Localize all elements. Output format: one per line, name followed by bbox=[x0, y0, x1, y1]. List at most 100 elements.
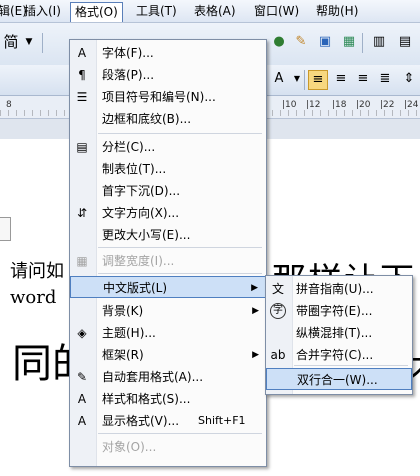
background-icon bbox=[74, 303, 90, 319]
paragraph-icon: ¶ bbox=[78, 68, 86, 82]
submenu-arrow-icon: ▶ bbox=[252, 350, 259, 360]
menu-tools[interactable]: 工具(T) bbox=[132, 2, 181, 20]
ruler-label: |10 bbox=[282, 100, 297, 110]
menu-item-label: 制表位(T)... bbox=[102, 162, 167, 176]
menu-item-autoformat[interactable]: ✎ 自动套用格式(A)... bbox=[70, 366, 266, 388]
menu-bar: 辑(E) 插入(I) 格式(O) 工具(T) 表格(A) 窗口(W) 帮助(H) bbox=[0, 0, 420, 23]
toolbar-separator bbox=[304, 70, 305, 90]
submenu-item-enclose[interactable]: 字带圈字符(E)... bbox=[266, 300, 412, 322]
menu-item-bullets[interactable]: ☰ 项目符号和编号(N)... bbox=[70, 86, 266, 108]
ruler-label: |12 bbox=[306, 100, 321, 110]
doc-line-2: word bbox=[10, 287, 57, 308]
submenu-item-phonetic[interactable]: 文拼音指南(U)... bbox=[266, 278, 412, 300]
menu-insert[interactable]: 插入(I) bbox=[20, 2, 65, 20]
ruler-label: |20 bbox=[356, 100, 371, 110]
menu-item-label: 双行合一(W)... bbox=[297, 373, 378, 387]
asian-layout-submenu: 文拼音指南(U)... 字带圈字符(E)... 纵横混排(T)... ab 合并字符(C… bbox=[265, 275, 413, 395]
reveal-format-icon: A bbox=[77, 414, 87, 428]
menu-window[interactable]: 窗口(W) bbox=[250, 2, 303, 20]
menu-item-tabs[interactable]: 制表位(T)... bbox=[70, 158, 266, 180]
theme-icon: ◈ bbox=[77, 326, 87, 340]
font-icon: A bbox=[77, 46, 87, 60]
ruler-label: |18 bbox=[332, 100, 347, 110]
format-menu: A 字体(F)... ¶ 段落(P)... ☰ 项目符号和编号(N)... 边框和底纹(B)… bbox=[69, 39, 267, 467]
ruler-label: |24 bbox=[404, 100, 419, 110]
chevron-down-icon[interactable]: ▼ bbox=[20, 33, 38, 51]
menu-item-label: 项目符号和编号(N)... bbox=[102, 90, 216, 104]
left-margin-marker bbox=[0, 217, 11, 241]
menu-item-label: 字体(F)... bbox=[102, 46, 154, 60]
bullets-icon: ☰ bbox=[76, 90, 88, 104]
menu-item-theme[interactable]: ◈ 主题(H)... bbox=[70, 322, 266, 344]
line-spacing-icon[interactable]: ⇕ bbox=[400, 70, 418, 88]
adjust-width-icon: ▦ bbox=[76, 254, 88, 268]
menu-format[interactable]: 格式(O) bbox=[70, 2, 123, 22]
columns-icon: ▤ bbox=[76, 140, 88, 154]
submenu-arrow-icon: ▶ bbox=[251, 283, 258, 293]
menu-item-label: 显示格式(V)... bbox=[102, 414, 180, 428]
menu-item-change-case[interactable]: 更改大小写(E)... bbox=[70, 224, 266, 246]
menu-item-label: 合并字符(C)... bbox=[296, 348, 374, 362]
style-icon[interactable]: ✎ bbox=[292, 33, 310, 51]
menu-table[interactable]: 表格(A) bbox=[190, 2, 240, 20]
menu-item-text-direction[interactable]: ⇵ 文字方向(X)... bbox=[70, 202, 266, 224]
asian-layout-icon bbox=[75, 280, 91, 296]
toolbar-separator bbox=[362, 33, 363, 53]
menu-item-asian-layout[interactable]: 中文版式(L) ▶ bbox=[70, 276, 266, 298]
menu-item-label: 自动套用格式(A)... bbox=[102, 370, 204, 384]
menu-item-label: 文字方向(X)... bbox=[102, 206, 180, 220]
menu-item-label: 首字下沉(D)... bbox=[102, 184, 181, 198]
frame-icon[interactable]: ▣ bbox=[316, 33, 334, 51]
menu-item-label: 分栏(C)... bbox=[102, 140, 156, 154]
font-selector[interactable]: 简 bbox=[2, 33, 20, 51]
autoformat-icon: ✎ bbox=[76, 370, 88, 384]
dropcap-icon bbox=[74, 183, 90, 199]
columns-icon[interactable]: ▥ bbox=[370, 33, 388, 51]
align-justify-icon[interactable]: ≡ bbox=[308, 70, 328, 90]
menu-item-paragraph[interactable]: ¶ 段落(P)... bbox=[70, 64, 266, 86]
menu-help[interactable]: 帮助(H) bbox=[312, 2, 362, 20]
menu-separator bbox=[98, 247, 262, 248]
menu-item-borders[interactable]: 边框和底纹(B)... bbox=[70, 108, 266, 130]
menu-item-styles[interactable]: A 样式和格式(S)... bbox=[70, 388, 266, 410]
menu-item-label: 拼音指南(U)... bbox=[296, 282, 374, 296]
menu-separator bbox=[98, 273, 262, 274]
menu-separator bbox=[98, 433, 262, 434]
styles-icon: A bbox=[77, 392, 87, 406]
submenu-item-tate-chu-yoko[interactable]: 纵横混排(T)... bbox=[266, 322, 412, 344]
align-distribute-icon[interactable]: ≣ bbox=[376, 70, 394, 88]
combine-icon: ab bbox=[270, 348, 286, 362]
submenu-item-combine[interactable]: ab 合并字符(C)... bbox=[266, 344, 412, 366]
menu-item-label: 带圈字符(E)... bbox=[296, 304, 373, 318]
borders-icon bbox=[74, 111, 90, 127]
object-icon bbox=[74, 439, 90, 455]
print-icon[interactable]: ● bbox=[270, 33, 288, 51]
toolbar-separator bbox=[42, 33, 43, 53]
menu-item-label: 对象(O)... bbox=[102, 440, 157, 454]
align-right-icon[interactable]: ≡ bbox=[354, 70, 372, 88]
doc-map-icon[interactable]: ▤ bbox=[396, 33, 414, 51]
table-icon[interactable]: ▦ bbox=[340, 33, 358, 51]
phonetic-icon: 文 bbox=[271, 282, 284, 296]
change-case-icon bbox=[74, 227, 90, 243]
menu-item-font[interactable]: A 字体(F)... bbox=[70, 42, 266, 64]
submenu-arrow-icon: ▶ bbox=[252, 306, 259, 316]
menu-item-background[interactable]: 背景(K) ▶ bbox=[70, 300, 266, 322]
menu-item-columns[interactable]: ▤ 分栏(C)... bbox=[70, 136, 266, 158]
font-color-icon[interactable]: A bbox=[270, 70, 288, 88]
submenu-item-two-lines[interactable]: 双行合一(W)... bbox=[266, 368, 412, 390]
ruler-label: 8 bbox=[6, 100, 12, 110]
align-center-icon[interactable]: ≡ bbox=[332, 70, 350, 88]
ruler-label: |22 bbox=[380, 100, 395, 110]
tabs-icon bbox=[74, 161, 90, 177]
menu-item-reveal-format[interactable]: A 显示格式(V)... Shift+F1 bbox=[70, 410, 266, 432]
menu-item-label: 段落(P)... bbox=[102, 68, 155, 82]
menu-item-label: 样式和格式(S)... bbox=[102, 392, 191, 406]
menu-item-frames[interactable]: 框架(R) ▶ bbox=[70, 344, 266, 366]
menu-item-label: 更改大小写(E)... bbox=[102, 228, 191, 242]
menu-separator bbox=[98, 133, 262, 134]
menu-item-dropcap[interactable]: 首字下沉(D)... bbox=[70, 180, 266, 202]
frames-icon bbox=[74, 347, 90, 363]
menu-item-label: 主题(H)... bbox=[102, 326, 156, 340]
text-direction-icon: ⇵ bbox=[76, 206, 88, 220]
